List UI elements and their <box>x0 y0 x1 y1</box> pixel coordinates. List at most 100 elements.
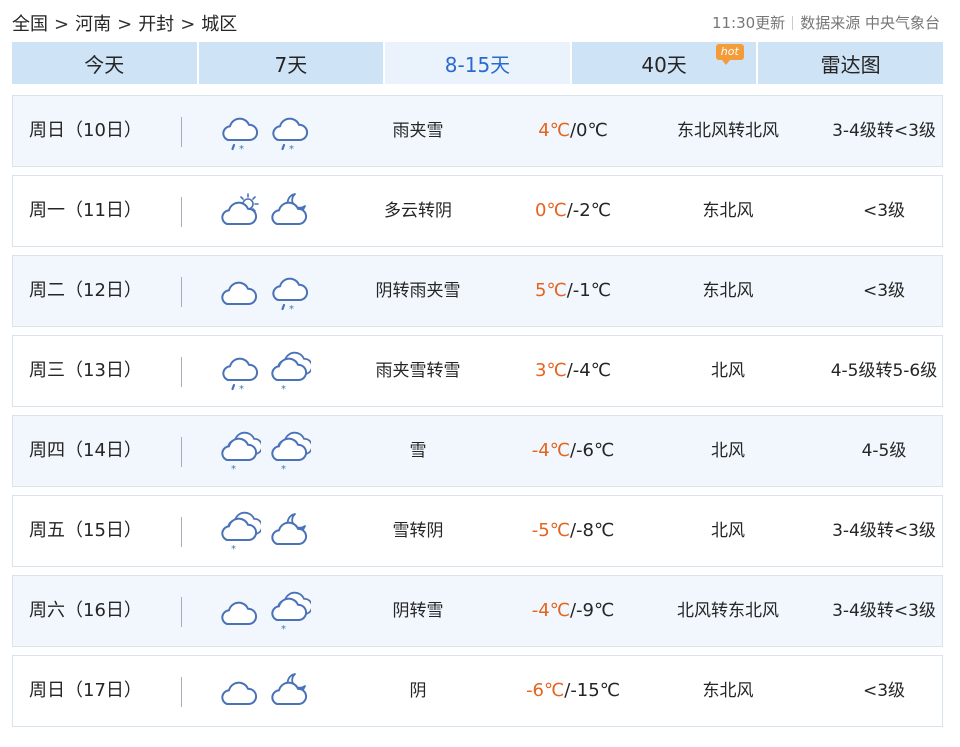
forecast-row: 周五（15日） * 雪转阴 -5℃/-8℃ 北风 3-4级转<3级 <box>12 495 943 567</box>
breadcrumb-item-city[interactable]: 开封 <box>138 10 174 36</box>
row-divider <box>181 277 182 307</box>
wind-direction: 北风转东北风 <box>677 601 779 621</box>
temperature-range: -4℃/-9℃ <box>531 600 615 621</box>
tab-40-days[interactable]: 40天 hot <box>571 42 757 84</box>
tab-7-days[interactable]: 7天 <box>198 42 384 84</box>
weather-icons: * * <box>219 350 319 394</box>
row-divider <box>181 517 182 547</box>
breadcrumb: 全国 > 河南 > 开封 > 城区 <box>12 10 237 36</box>
high-temperature: -4℃ <box>531 440 570 461</box>
low-temperature: -2℃ <box>572 200 611 221</box>
day-label: 周二（12日） <box>29 280 142 301</box>
svg-text:*: * <box>281 464 286 474</box>
low-temperature: -4℃ <box>572 360 611 381</box>
temperature-range: 3℃/-4℃ <box>535 360 611 381</box>
breadcrumb-item-country[interactable]: 全国 <box>12 10 48 36</box>
low-temperature: -6℃ <box>576 440 615 461</box>
row-divider <box>181 597 182 627</box>
high-temperature: 4℃ <box>538 120 570 141</box>
day-label: 周一（11日） <box>29 200 142 221</box>
row-divider <box>181 197 182 227</box>
high-temperature: 3℃ <box>535 360 567 381</box>
weather-description: 阴转雨夹雪 <box>375 281 461 301</box>
wind-direction: 北风 <box>711 361 745 381</box>
wind-direction: 东北风 <box>702 681 754 701</box>
tab-label: 今天 <box>84 52 125 77</box>
weather-icons: * * <box>219 430 319 474</box>
breadcrumb-item-district[interactable]: 城区 <box>201 10 237 36</box>
weather-icons <box>219 190 319 234</box>
temperature-range: -5℃/-8℃ <box>531 520 615 541</box>
weather-description: 雨夹雪 <box>392 121 444 141</box>
tab-label: 7天 <box>274 52 308 77</box>
svg-text:*: * <box>289 304 294 314</box>
weather-description: 多云转阴 <box>384 201 452 221</box>
weather-icons: * <box>219 590 319 634</box>
low-temperature: 0℃ <box>576 120 608 141</box>
svg-text:*: * <box>231 544 236 554</box>
svg-text:*: * <box>239 384 244 394</box>
temperature-range: 0℃/-2℃ <box>535 200 611 221</box>
low-temperature: -15℃ <box>570 680 620 701</box>
breadcrumb-separator: > <box>54 14 70 35</box>
wind-direction: 东北风 <box>702 281 754 301</box>
row-divider <box>181 357 182 387</box>
wind-direction: 东北风 <box>702 201 754 221</box>
weather-description: 阴 <box>409 681 427 701</box>
day-label: 周六（16日） <box>29 600 142 621</box>
tab-radar[interactable]: 雷达图 <box>758 42 943 84</box>
svg-text:*: * <box>231 464 236 474</box>
hot-badge: hot <box>715 44 744 65</box>
weather-description: 阴转雪 <box>392 601 444 621</box>
wind-direction: 北风 <box>711 441 745 461</box>
update-meta: 11:30更新 数据来源 中央气象台 <box>712 12 940 33</box>
forecast-row: 周六（16日） * 阴转雪 -4℃/-9℃ 北风转东北风 3-4级转<3级 <box>12 575 943 647</box>
wind-direction: 东北风转北风 <box>677 121 779 141</box>
day-label: 周五（15日） <box>29 520 142 541</box>
row-divider <box>181 437 182 467</box>
forecast-row: 周四（14日） * * 雪 -4℃/-6℃ 北风 4-5级 <box>12 415 943 487</box>
low-temperature: -1℃ <box>572 280 611 301</box>
weather-icons: * <box>219 270 319 314</box>
day-label: 周四（14日） <box>29 440 142 461</box>
tab-label: 8-15天 <box>444 52 511 77</box>
wind-level: 3-4级转<3级 <box>832 121 936 141</box>
temperature-range: 4℃/0℃ <box>538 120 608 141</box>
day-label: 周日（10日） <box>29 120 142 141</box>
breadcrumb-separator: > <box>117 14 133 35</box>
forecast-row: 周日（17日） 阴 -6℃/-15℃ 东北风 <3级 <box>12 655 943 727</box>
svg-text:*: * <box>239 144 244 154</box>
update-time: 11:30更新 <box>711 14 786 32</box>
top-bar: 全国 > 河南 > 开封 > 城区 11:30更新 数据来源 中央气象台 <box>12 8 944 36</box>
temperature-range: 5℃/-1℃ <box>535 280 611 301</box>
high-temperature: -4℃ <box>531 600 570 621</box>
high-temperature: 5℃ <box>535 280 567 301</box>
tab-label: 40天 <box>641 52 687 77</box>
source-label: 数据来源 <box>800 14 861 32</box>
forecast-row: 周二（12日） * 阴转雨夹雪 5℃/-1℃ 东北风 <3级 <box>12 255 943 327</box>
wind-level: 4-5级 <box>861 441 907 461</box>
row-divider <box>181 677 182 707</box>
tab-today[interactable]: 今天 <box>12 42 197 84</box>
forecast-row: 周三（13日） * * 雨夹雪转雪 3℃/-4℃ 北风 4-5级转5-6级 <box>12 335 943 407</box>
weather-icons: * * <box>219 110 319 154</box>
breadcrumb-item-province[interactable]: 河南 <box>75 10 111 36</box>
source-name: 中央气象台 <box>864 14 940 32</box>
weather-icons: * <box>219 510 319 554</box>
svg-text:*: * <box>289 144 294 154</box>
tab-8-15-days[interactable]: 8-15天 <box>385 42 570 84</box>
low-temperature: -9℃ <box>576 600 615 621</box>
temperature-range: -4℃/-6℃ <box>531 440 615 461</box>
wind-level: <3级 <box>862 281 906 301</box>
low-temperature: -8℃ <box>576 520 615 541</box>
breadcrumb-separator: > <box>180 14 196 35</box>
forecast-row: 周日（10日） * * 雨夹雪 4℃/0℃ 东北风转北风 3-4级转<3级 <box>12 95 943 167</box>
tab-label: 雷达图 <box>820 52 881 77</box>
wind-level: 4-5级转5-6级 <box>830 361 938 381</box>
forecast-row: 周一（11日） 多云转阴 0℃/-2℃ 东北风 <3级 <box>12 175 943 247</box>
forecast-tabs: 今天 7天 8-15天 40天 hot 雷达图 <box>12 42 943 84</box>
wind-level: 3-4级转<3级 <box>832 601 936 621</box>
meta-divider <box>792 16 794 30</box>
wind-level: <3级 <box>862 201 906 221</box>
row-divider <box>181 117 182 147</box>
